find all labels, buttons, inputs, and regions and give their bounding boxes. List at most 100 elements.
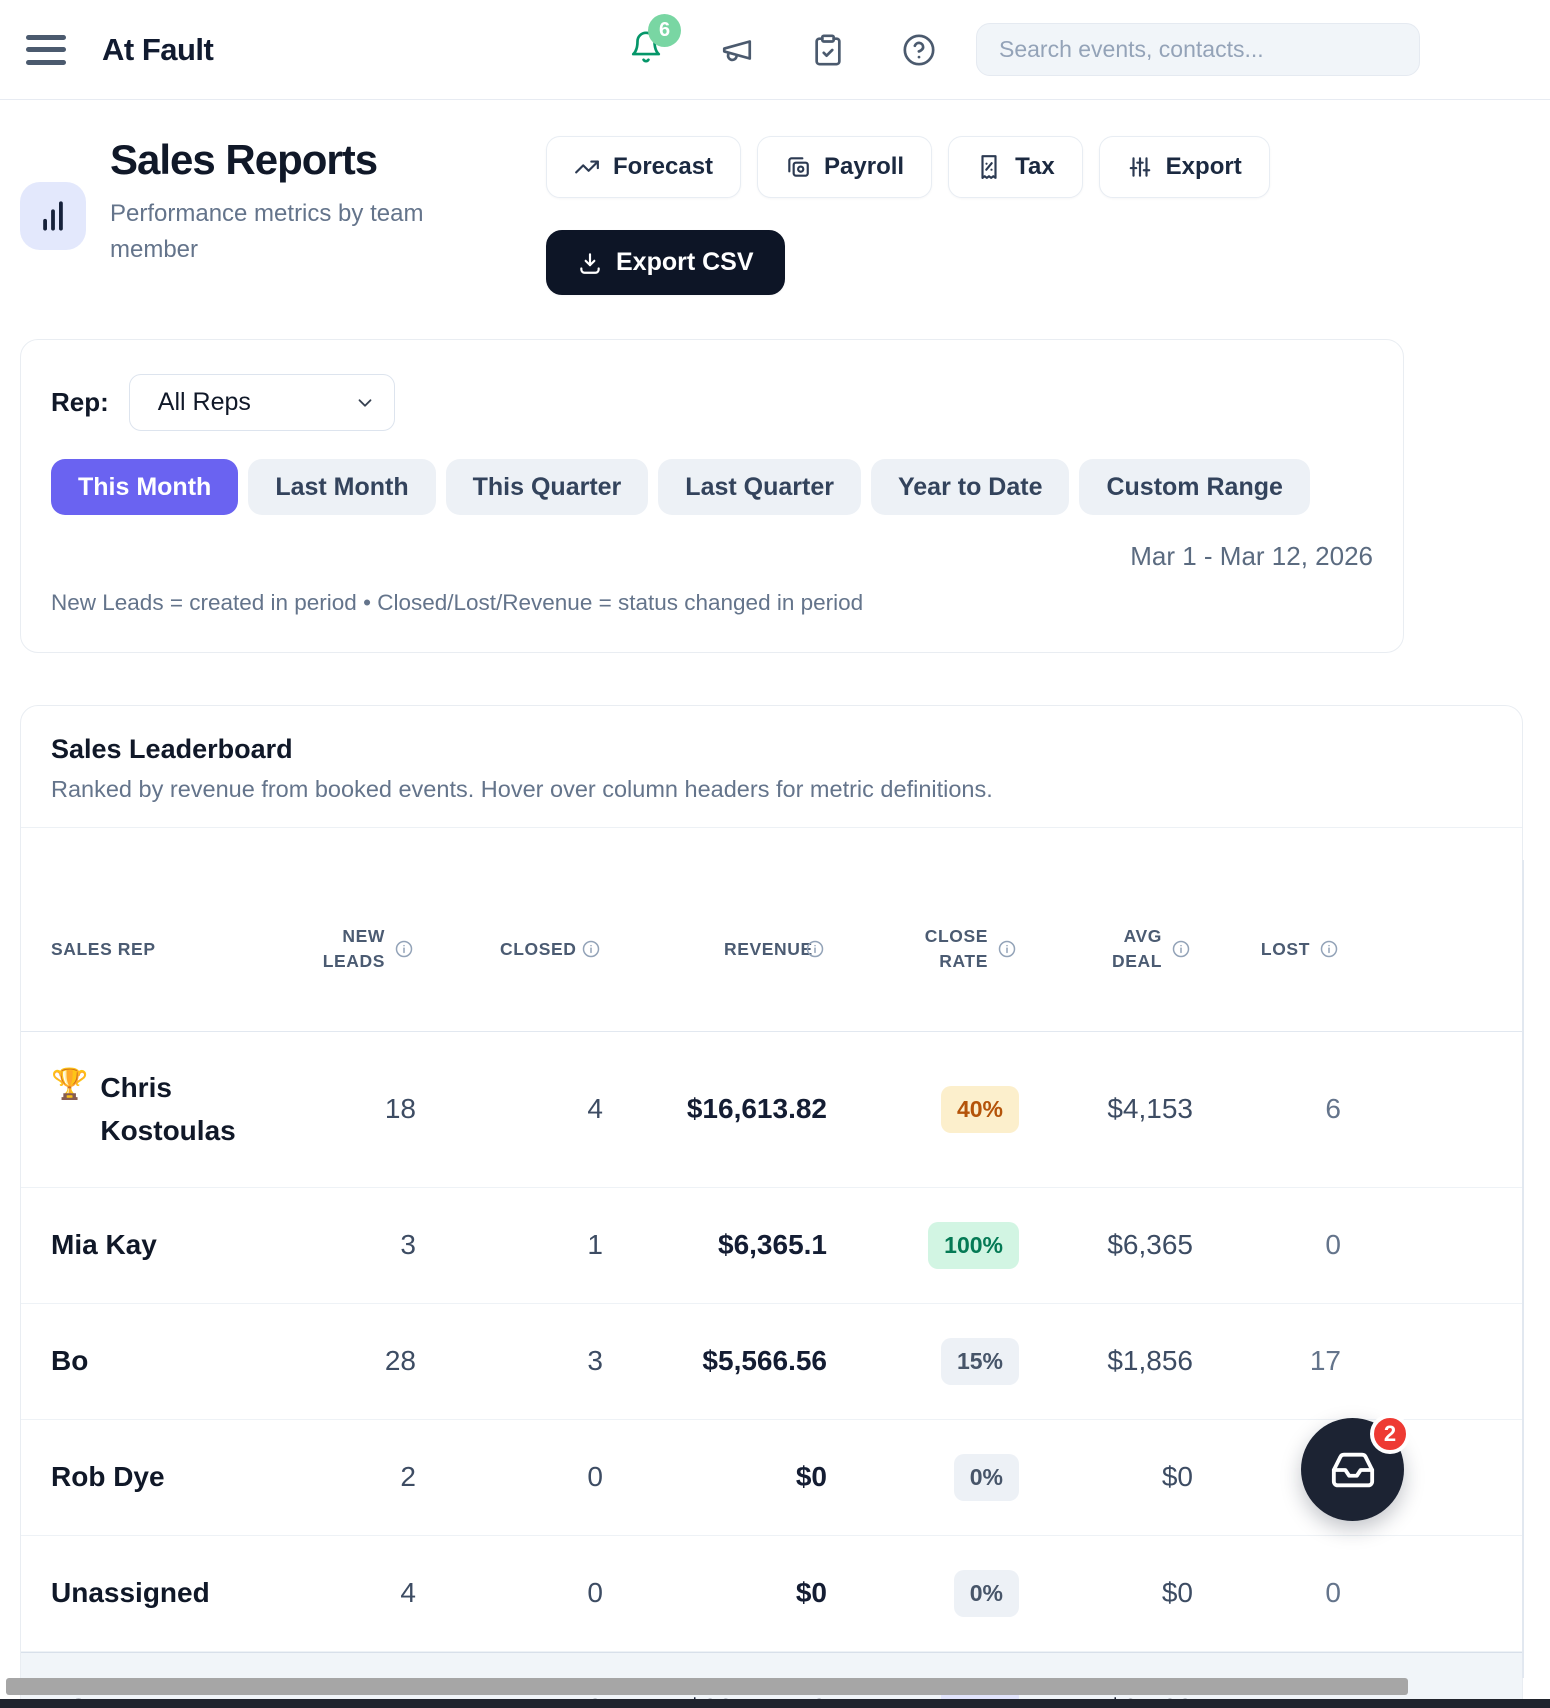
cell-lost: 6 [1325, 1093, 1341, 1125]
export-label: Export [1165, 153, 1242, 180]
vertical-scrollbar-track[interactable] [1522, 860, 1524, 1678]
page-actions: Forecast Payroll Tax Export Export CSV [546, 136, 1276, 295]
cell-closed: 3 [587, 1345, 603, 1377]
cell-closed: 0 [587, 1461, 603, 1493]
search-input[interactable] [976, 23, 1420, 76]
notifications-button[interactable]: 6 [629, 14, 681, 69]
app-bar: At Fault 6 [0, 0, 1550, 100]
rep-name: Rob Dye [51, 1461, 165, 1493]
cell-new-leads: 18 [384, 1093, 416, 1125]
receipt-icon [981, 155, 997, 179]
leaderboard-title: Sales Leaderboard [51, 734, 293, 764]
cell-avg-deal: $0 [1161, 1461, 1193, 1493]
payroll-label: Payroll [824, 153, 905, 180]
leaderboard-subtitle: Ranked by revenue from booked events. Ho… [51, 776, 993, 802]
close-rate-badge: 15% [940, 1337, 1019, 1385]
period-pill[interactable]: Last Month [248, 459, 436, 515]
chevron-down-icon [358, 398, 372, 407]
date-range: Mar 1 - Mar 12, 2026 [1130, 541, 1373, 571]
tax-label: Tax [1015, 153, 1055, 180]
close-rate-badge: 0% [953, 1453, 1019, 1501]
period-pill[interactable]: Last Quarter [658, 459, 861, 515]
period-pill[interactable]: Custom Range [1079, 459, 1310, 515]
cell-revenue: $5,566.56 [702, 1345, 827, 1377]
megaphone-icon[interactable] [720, 33, 754, 67]
inbox-icon [1331, 1452, 1374, 1487]
table-row[interactable]: Mia Kay 3 1 $6,365.1 100% $6,365 0 [21, 1188, 1522, 1304]
banknotes-icon [788, 157, 809, 177]
table-header-row: Sales Rep New Leads Closed Revenue Close… [21, 828, 1522, 1032]
payroll-button[interactable]: Payroll [757, 136, 933, 198]
leaderboard-card: Sales Leaderboard Ranked by revenue from… [20, 705, 1523, 1708]
period-pill[interactable]: Year to Date [870, 459, 1070, 515]
clipboard-check-icon[interactable] [811, 33, 845, 67]
chat-unread-badge: 2 [1370, 1414, 1410, 1454]
info-icon [998, 941, 1016, 958]
col-sales-rep[interactable]: Sales Rep [21, 937, 311, 962]
cell-revenue: $6,365.1 [718, 1229, 827, 1261]
rep-select[interactable]: All Reps [128, 374, 395, 431]
info-icon [395, 941, 413, 958]
col-close-rate[interactable]: Close Rate [827, 924, 1019, 975]
table-row[interactable]: Rob Dye 2 0 $0 0% $0 0 [21, 1420, 1522, 1536]
cell-closed: 4 [587, 1093, 603, 1125]
rep-select-value: All Reps [157, 388, 251, 416]
info-icon [1172, 941, 1190, 958]
export-csv-button[interactable]: Export CSV [546, 230, 785, 295]
export-button[interactable]: Export [1098, 136, 1270, 198]
table-row[interactable]: Bo 28 3 $5,566.56 15% $1,856 17 [21, 1304, 1522, 1420]
cell-lost: 17 [1309, 1345, 1341, 1377]
cell-avg-deal: $0 [1161, 1577, 1193, 1609]
trending-up-icon [575, 160, 599, 174]
period-pill[interactable]: This Month [51, 459, 239, 515]
cell-revenue: $16,613.82 [686, 1093, 827, 1125]
cell-closed: 1 [587, 1229, 603, 1261]
cell-new-leads: 4 [400, 1577, 416, 1609]
cell-new-leads: 3 [400, 1229, 416, 1261]
cell-revenue: $0 [795, 1461, 827, 1493]
trophy-icon: 🏆 [51, 1067, 89, 1101]
horizontal-scrollbar-thumb[interactable] [6, 1678, 1408, 1695]
leaderboard-rows: 🏆 Chris Kostoulas 18 4 $16,613.82 40% $4… [21, 1032, 1522, 1652]
info-icon [806, 941, 824, 958]
col-lost[interactable]: Lost [1193, 937, 1341, 962]
export-csv-label: Export CSV [616, 248, 754, 276]
sliders-icon [1129, 157, 1150, 177]
filter-card: Rep: All Reps This Month Last Month This Q… [20, 339, 1404, 653]
info-icon [582, 941, 600, 958]
period-filters: This Month Last Month This Quarter Last Qua… [51, 459, 1373, 515]
app-title: At Fault [102, 31, 214, 67]
help-icon[interactable] [902, 33, 936, 67]
cell-closed: 0 [587, 1577, 603, 1609]
close-rate-badge: 100% [928, 1221, 1019, 1269]
cell-lost: 0 [1325, 1577, 1341, 1609]
cell-new-leads: 2 [400, 1461, 416, 1493]
page-title: Sales Reports [110, 136, 378, 183]
info-icon [1320, 941, 1338, 958]
rep-name: Unassigned [51, 1577, 210, 1609]
cell-avg-deal: $4,153 [1107, 1093, 1193, 1125]
bar-chart-icon [43, 200, 63, 231]
forecast-button[interactable]: Forecast [546, 136, 742, 198]
table-row[interactable]: 🏆 Chris Kostoulas 18 4 $16,613.82 40% $4… [21, 1032, 1522, 1188]
page-header: Sales Reports Performance metrics by tea… [20, 136, 1530, 295]
hamburger-menu-icon[interactable] [26, 34, 66, 65]
period-pill[interactable]: This Quarter [445, 459, 649, 515]
close-rate-badge: 0% [953, 1569, 1019, 1617]
notification-count-badge: 6 [648, 14, 681, 47]
col-revenue[interactable]: Revenue [603, 937, 827, 962]
rep-name: Mia Kay [51, 1229, 157, 1261]
chat-button[interactable]: 2 [1301, 1414, 1410, 1521]
cell-lost: 0 [1325, 1229, 1341, 1261]
report-tile [20, 181, 86, 250]
download-icon [580, 252, 600, 274]
cell-avg-deal: $1,856 [1107, 1345, 1193, 1377]
tax-button[interactable]: Tax [948, 136, 1083, 198]
forecast-label: Forecast [613, 153, 714, 180]
rep-label: Rep: [51, 387, 109, 417]
table-row[interactable]: Unassigned 4 0 $0 0% $0 0 [21, 1536, 1522, 1652]
col-new-leads[interactable]: New Leads [311, 924, 416, 975]
col-closed[interactable]: Closed [416, 937, 603, 962]
col-avg-deal[interactable]: Avg Deal [1019, 924, 1193, 975]
cell-avg-deal: $6,365 [1107, 1229, 1193, 1261]
